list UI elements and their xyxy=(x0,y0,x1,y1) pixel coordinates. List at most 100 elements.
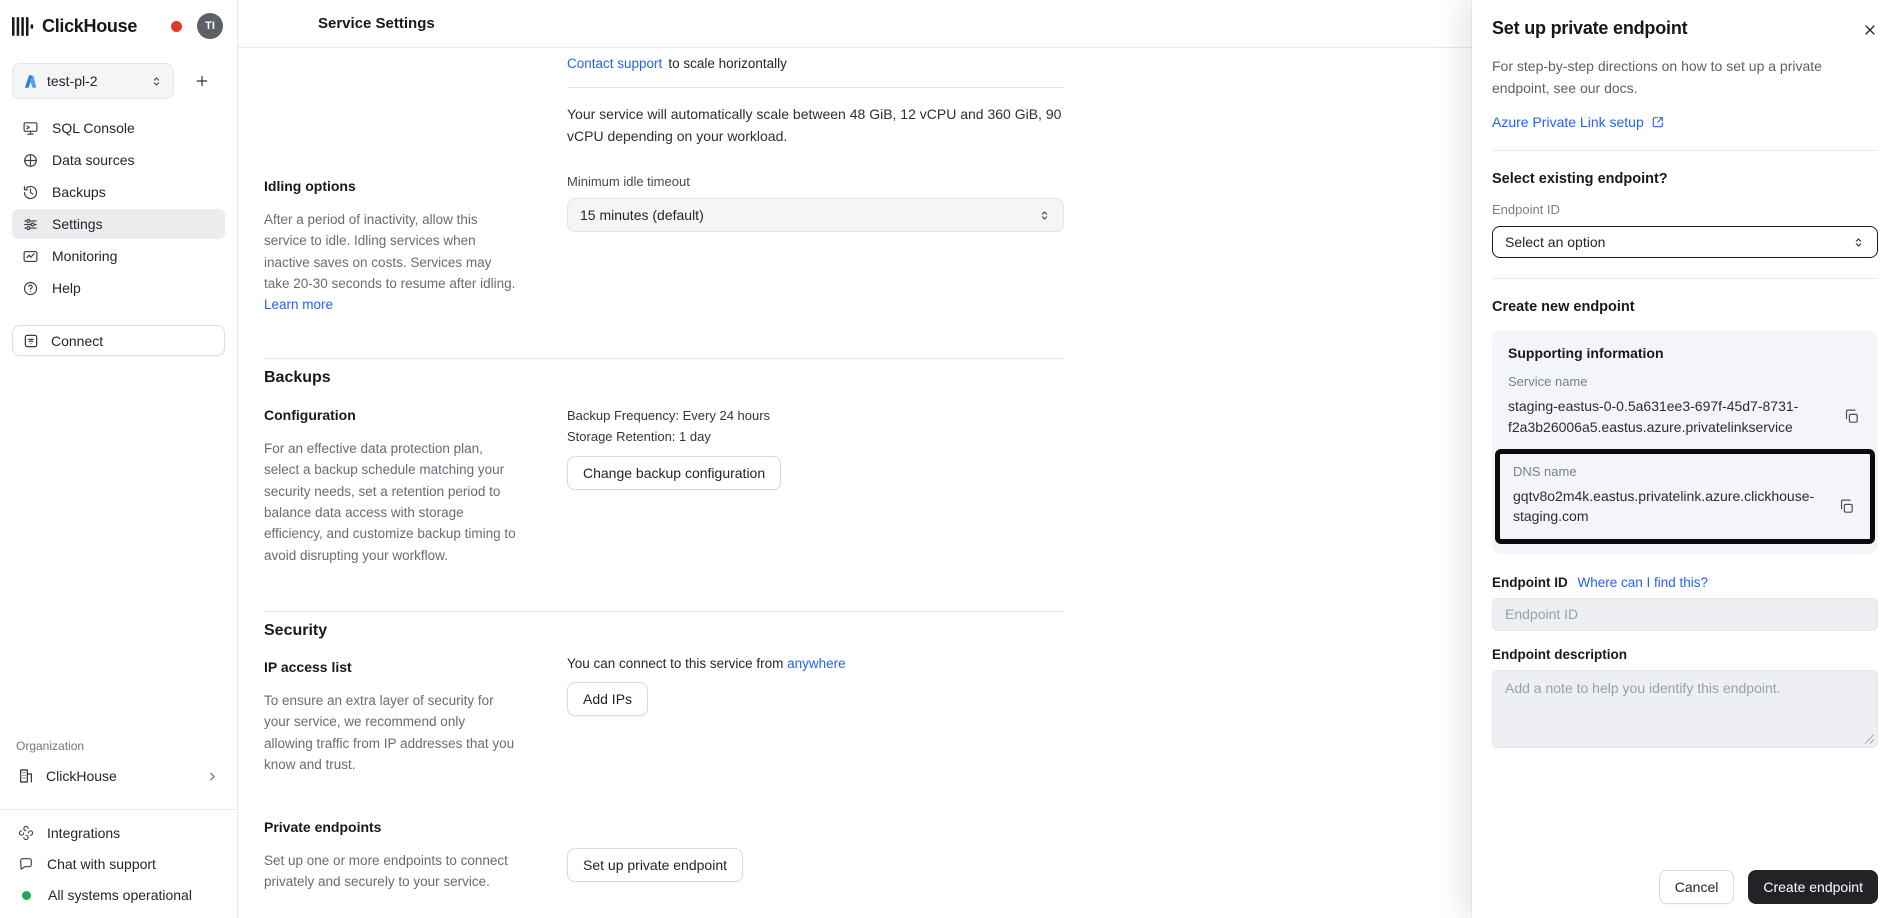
building-icon xyxy=(18,768,34,784)
anywhere-link[interactable]: anywhere xyxy=(787,656,846,671)
supporting-information-title: Supporting information xyxy=(1508,345,1862,361)
autoscale-description: Your service will automatically scale be… xyxy=(567,104,1064,147)
sidebar-item-label: Settings xyxy=(52,216,103,232)
avatar[interactable]: TI xyxy=(197,13,223,39)
idling-description: After a period of inactivity, allow this… xyxy=(264,212,515,291)
panel-divider xyxy=(1492,278,1878,279)
sidebar-item-sql-console[interactable]: SQL Console xyxy=(12,113,225,143)
endpoint-description-textarea[interactable] xyxy=(1492,670,1878,748)
organization-item[interactable]: ClickHouse xyxy=(12,761,225,791)
configuration-title: Configuration xyxy=(264,407,516,423)
sidebar-item-data-sources[interactable]: Data sources xyxy=(12,145,225,175)
azure-doc-link-row: Azure Private Link setup xyxy=(1492,114,1878,130)
sidebar-item-backups[interactable]: Backups xyxy=(12,177,225,207)
supporting-information-card: Supporting information Service name stag… xyxy=(1492,330,1878,553)
cancel-button[interactable]: Cancel xyxy=(1659,870,1735,904)
avatar-initials: TI xyxy=(205,20,215,32)
panel-divider xyxy=(1492,150,1878,151)
chevron-updown-icon xyxy=(1852,236,1865,249)
brand-name: ClickHouse xyxy=(42,16,137,37)
app-root: ClickHouse TI test-pl-2 xyxy=(0,0,1898,918)
add-ips-button[interactable]: Add IPs xyxy=(567,682,648,716)
sidebar-footer: Integrations Chat with support All syste… xyxy=(0,818,237,918)
clickhouse-brand[interactable]: ClickHouse xyxy=(12,16,137,37)
chevron-right-icon xyxy=(206,770,219,783)
dns-name-highlight: DNS name gqtv8o2m4k.eastus.privatelink.a… xyxy=(1495,449,1875,544)
endpoint-description-label: Endpoint description xyxy=(1492,647,1878,662)
system-status-item[interactable]: All systems operational xyxy=(12,880,225,910)
scaling-note-text: to scale horizontally xyxy=(668,56,787,71)
setup-private-endpoint-panel: Set up private endpoint For step-by-step… xyxy=(1472,0,1898,918)
contact-support-link[interactable]: Contact support xyxy=(567,56,662,71)
endpoint-description-wrap xyxy=(1492,670,1878,748)
change-backup-configuration-button[interactable]: Change backup configuration xyxy=(567,456,781,490)
external-link-icon xyxy=(1651,115,1665,129)
ip-access-list-description: To ensure an extra layer of security for… xyxy=(264,690,516,775)
idling-options-title: Idling options xyxy=(264,178,516,194)
backup-configuration-section: Configuration For an effective data prot… xyxy=(264,407,516,566)
section-divider xyxy=(264,611,1064,612)
recording-dot-icon xyxy=(171,21,182,32)
ip-access-list-section: IP access list To ensure an extra layer … xyxy=(264,659,516,775)
backups-section-title: Backups xyxy=(264,369,331,387)
service-name-label: Service name xyxy=(1508,374,1862,389)
endpoint-id-select[interactable]: Select an option xyxy=(1492,226,1878,258)
data-sources-icon xyxy=(22,152,39,169)
sidebar-item-settings[interactable]: Settings xyxy=(12,209,225,239)
sidebar-item-help[interactable]: Help xyxy=(12,273,225,303)
azure-icon xyxy=(23,74,38,89)
close-icon xyxy=(1862,22,1878,38)
status-green-dot-icon xyxy=(22,891,31,900)
integrations-icon xyxy=(18,825,34,841)
panel-title: Set up private endpoint xyxy=(1492,18,1878,39)
where-can-i-find-this-link[interactable]: Where can I find this? xyxy=(1578,575,1709,590)
configuration-description: For an effective data protection plan, s… xyxy=(264,438,516,566)
endpoint-id-input[interactable] xyxy=(1492,598,1878,631)
storage-retention-text: Storage Retention: 1 day xyxy=(567,426,1064,447)
connect-label: Connect xyxy=(51,333,103,349)
learn-more-link[interactable]: Learn more xyxy=(264,297,333,312)
private-endpoints-section: Private endpoints Set up one or more end… xyxy=(264,819,526,893)
clickhouse-logo-icon xyxy=(12,17,34,36)
private-endpoints-description: Set up one or more endpoints to connect … xyxy=(264,850,526,893)
create-endpoint-button[interactable]: Create endpoint xyxy=(1748,870,1878,904)
plus-icon xyxy=(194,73,210,89)
sidebar-item-monitoring[interactable]: Monitoring xyxy=(12,241,225,271)
footer-item-label: Integrations xyxy=(47,825,120,841)
copy-icon xyxy=(1838,498,1855,515)
copy-service-name-button[interactable] xyxy=(1841,406,1862,427)
setup-private-endpoint-button[interactable]: Set up private endpoint xyxy=(567,848,743,882)
idle-timeout-value: 15 minutes (default) xyxy=(580,207,704,223)
ip-access-list-controls: You can connect to this service from any… xyxy=(567,656,1087,716)
section-divider xyxy=(264,358,1064,359)
service-name-row: staging-eastus-0-0.5a631ee3-697f-45d7-87… xyxy=(1508,396,1862,437)
azure-private-link-setup-link[interactable]: Azure Private Link setup xyxy=(1492,114,1644,130)
connect-button[interactable]: Connect xyxy=(12,325,225,356)
copy-dns-name-button[interactable] xyxy=(1836,496,1857,517)
sidebar-item-label: Monitoring xyxy=(52,248,117,264)
dns-name-value: gqtv8o2m4k.eastus.privatelink.azure.clic… xyxy=(1513,486,1826,527)
sidebar-item-label: Help xyxy=(52,280,81,296)
sidebar-item-integrations[interactable]: Integrations xyxy=(12,818,225,848)
help-icon xyxy=(22,280,39,297)
sidebar-item-label: Data sources xyxy=(52,152,134,168)
service-selector[interactable]: test-pl-2 xyxy=(12,63,174,99)
add-service-button[interactable] xyxy=(190,69,214,93)
create-new-endpoint-title: Create new endpoint xyxy=(1492,299,1878,315)
panel-footer: Cancel Create endpoint xyxy=(1659,870,1878,904)
select-existing-title: Select existing endpoint? xyxy=(1492,171,1878,187)
sidebar-item-chat-support[interactable]: Chat with support xyxy=(12,849,225,879)
security-section-title: Security xyxy=(264,622,327,640)
service-name: test-pl-2 xyxy=(47,73,98,89)
idle-timeout-field: Minimum idle timeout 15 minutes (default… xyxy=(567,174,1064,232)
backup-frequency-text: Backup Frequency: Every 24 hours xyxy=(567,405,1064,426)
page-title: Service Settings xyxy=(318,15,435,32)
sidebar: ClickHouse TI test-pl-2 xyxy=(0,0,238,918)
private-endpoints-title: Private endpoints xyxy=(264,819,526,835)
connect-icon xyxy=(23,333,39,349)
section-divider xyxy=(567,87,1064,88)
connect-from-text: You can connect to this service from xyxy=(567,656,783,671)
idle-timeout-select[interactable]: 15 minutes (default) xyxy=(567,198,1064,232)
footer-item-label: Chat with support xyxy=(47,856,156,872)
close-panel-button[interactable] xyxy=(1860,20,1880,40)
